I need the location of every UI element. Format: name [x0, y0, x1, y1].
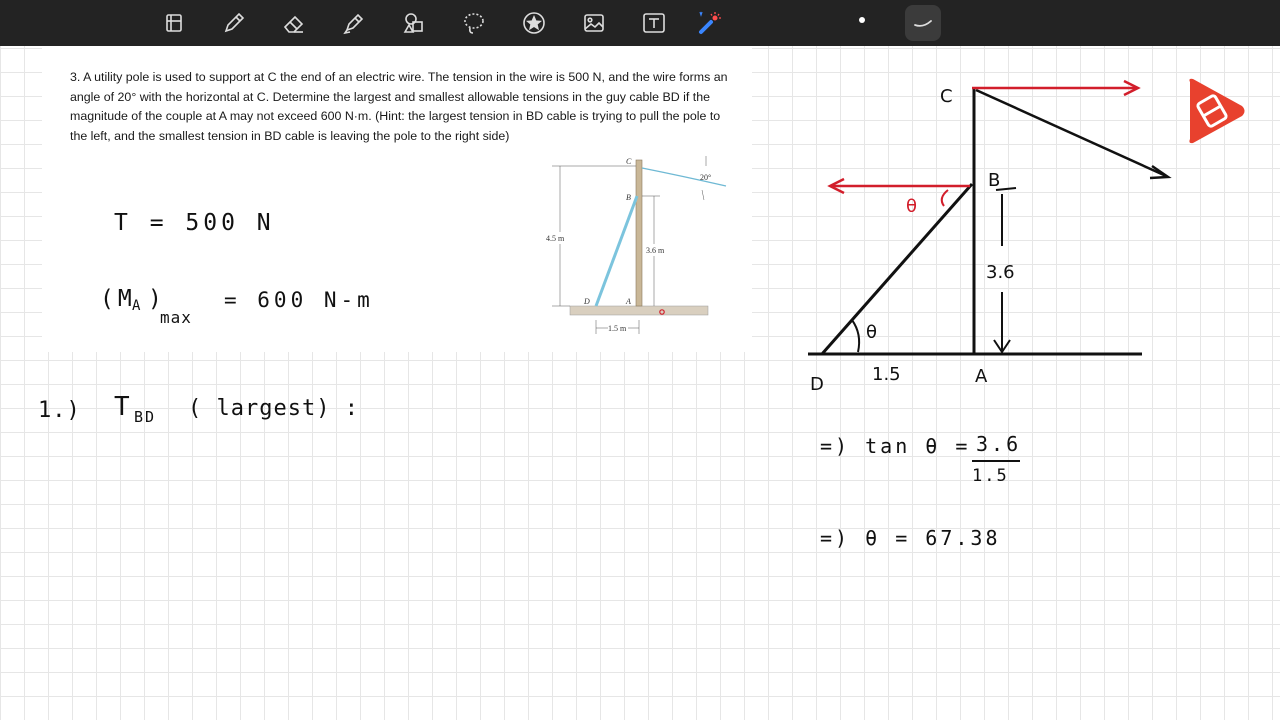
- fig-width-base: 1.5 m: [608, 324, 627, 333]
- fraction-bar: [972, 460, 1020, 462]
- fig-angle-label: 20°: [700, 173, 711, 182]
- problem-statement: 3. A utility pole is used to support at …: [70, 70, 728, 143]
- fig-height-total: 4.5 m: [546, 234, 565, 243]
- star-sticker-icon[interactable]: [516, 5, 552, 41]
- fig-height-b: 3.6 m: [646, 246, 665, 255]
- sketch-label-a: A: [975, 366, 988, 387]
- step-tension-symbol: T: [114, 392, 134, 422]
- sketch-label-c: C: [940, 86, 953, 107]
- text-tool-icon[interactable]: [636, 5, 672, 41]
- stroke-style-icon[interactable]: [905, 5, 941, 41]
- step-tension-sub: BD: [134, 408, 157, 426]
- textbook-figure: C B D A 20° 4.5 m 3.6 m 1.5 m: [546, 156, 727, 334]
- highlighter-icon[interactable]: [336, 5, 372, 41]
- pages-icon[interactable]: [156, 5, 192, 41]
- note-moment-sub: A: [132, 298, 145, 314]
- fig-label-d: D: [583, 297, 590, 306]
- app-logo-icon: [1189, 78, 1245, 144]
- free-body-sketch: C B D A θ θ 3.6 1.5: [808, 79, 1172, 395]
- step-largest: ( largest) :: [188, 396, 359, 421]
- note-tension: T = 500 N: [114, 210, 275, 236]
- toolbar: [0, 0, 1280, 46]
- note-moment-max: max: [160, 308, 192, 327]
- sketch-label-d: D: [810, 374, 824, 395]
- laser-pointer-icon[interactable]: [692, 5, 728, 41]
- fig-label-b: B: [626, 193, 631, 202]
- eq-tan-denominator: 1.5: [972, 466, 1009, 486]
- eq-tan-lhs: =) tan θ =: [820, 434, 971, 458]
- eq-tan-numerator: 3.6: [976, 432, 1022, 456]
- eraser-icon[interactable]: [276, 5, 312, 41]
- pen-icon[interactable]: [216, 5, 252, 41]
- fig-label-a: A: [625, 297, 631, 306]
- sketch-base-label: 1.5: [872, 364, 901, 385]
- note-moment-value: = 600 N-m: [224, 288, 374, 312]
- sketch-theta-bottom: θ: [866, 322, 877, 343]
- image-icon[interactable]: [576, 5, 612, 41]
- sketch-label-b: B: [988, 170, 1000, 191]
- note-moment-open: (M: [100, 286, 136, 312]
- fig-label-c: C: [626, 157, 632, 166]
- dot-size-icon[interactable]: [859, 17, 865, 23]
- sketch-theta-top: θ: [906, 196, 917, 217]
- sketch-height-label: 3.6: [986, 262, 1015, 283]
- step-number: 1.): [38, 398, 81, 423]
- lasso-icon[interactable]: [456, 5, 492, 41]
- shapes-icon[interactable]: [396, 5, 432, 41]
- eq-theta-result: =) θ = 67.38: [820, 526, 1001, 550]
